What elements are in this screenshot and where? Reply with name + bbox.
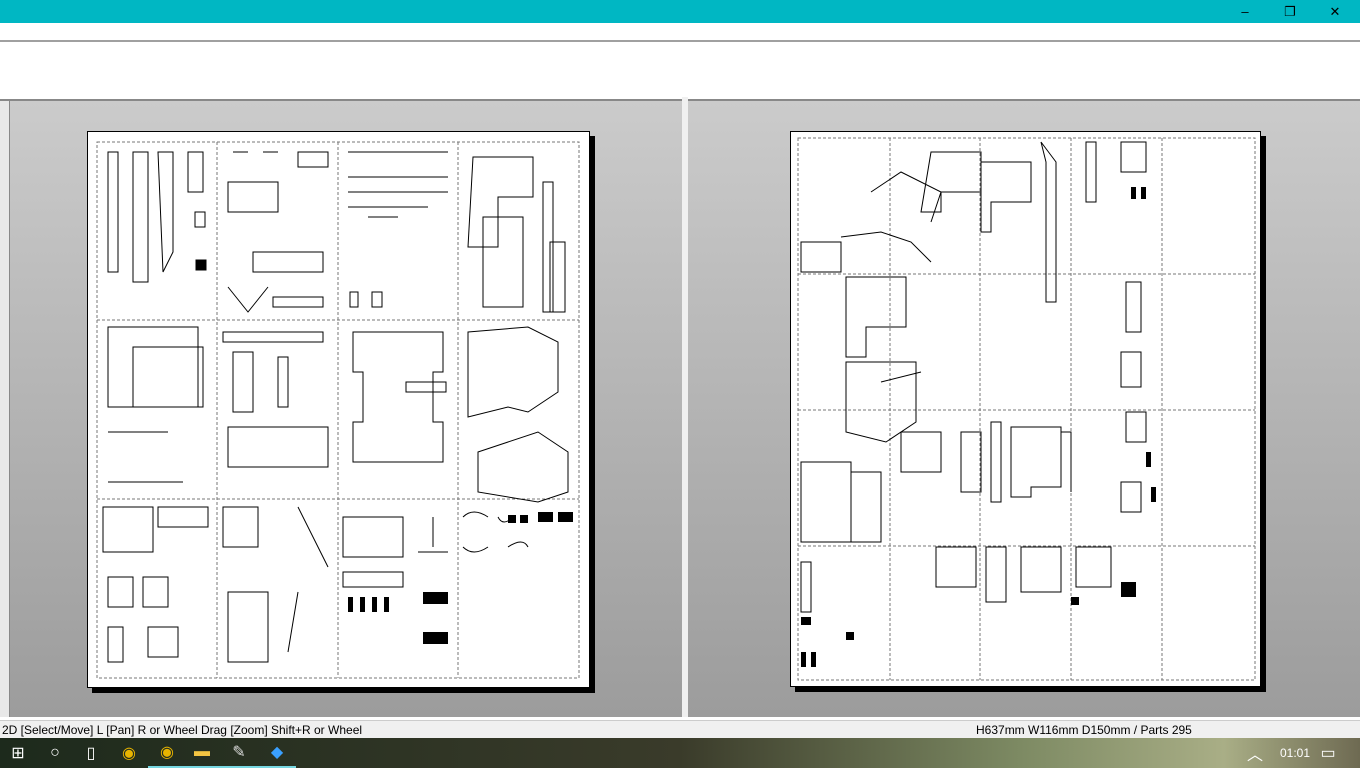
menu-bar: [0, 23, 1360, 42]
cortana-icon[interactable]: ○: [36, 738, 74, 768]
task-view-icon[interactable]: ▯: [72, 738, 110, 768]
chrome-icon[interactable]: ◉: [148, 738, 186, 768]
toolbar: [0, 44, 1360, 99]
paint-icon[interactable]: ✎: [220, 738, 258, 768]
show-hidden-icons-icon[interactable]: ︿: [1240, 738, 1270, 768]
2d-pattern-pane[interactable]: [688, 99, 1360, 717]
pattern-page-right: [790, 131, 1261, 687]
file-explorer-icon[interactable]: ▬: [183, 738, 221, 768]
taskbar: ⊞ ○ ▯ ◉ ◉ ▬ ✎ ◆ ︿ 01:01 ▭: [0, 738, 1360, 768]
action-center-icon[interactable]: ▭: [1310, 738, 1346, 768]
chrome-icon[interactable]: ◉: [110, 738, 148, 768]
status-bar: 2D [Select/Move] L [Pan] R or Wheel Drag…: [0, 720, 1360, 738]
minimize-button[interactable]: –: [1222, 0, 1268, 23]
title-bar: – ❐ ✕: [0, 0, 1360, 23]
model-dimensions: H637mm W116mm D150mm / Parts 295: [976, 723, 1192, 737]
close-button[interactable]: ✕: [1312, 0, 1358, 23]
parts-layout-left: [96, 141, 580, 679]
parts-layout-right: [797, 137, 1256, 681]
windows-start-icon[interactable]: ⊞: [0, 738, 36, 768]
status-hint: 2D [Select/Move] L [Pan] R or Wheel Drag…: [2, 723, 363, 737]
left-pane-edge: [0, 99, 10, 717]
paper-parts: [800, 141, 1147, 613]
pattern-page-left: [87, 131, 590, 688]
restore-button[interactable]: ❐: [1267, 0, 1313, 23]
paper-parts: [102, 151, 569, 663]
pepakura-icon[interactable]: ◆: [258, 738, 296, 768]
3d-view-pane[interactable]: [10, 99, 682, 717]
